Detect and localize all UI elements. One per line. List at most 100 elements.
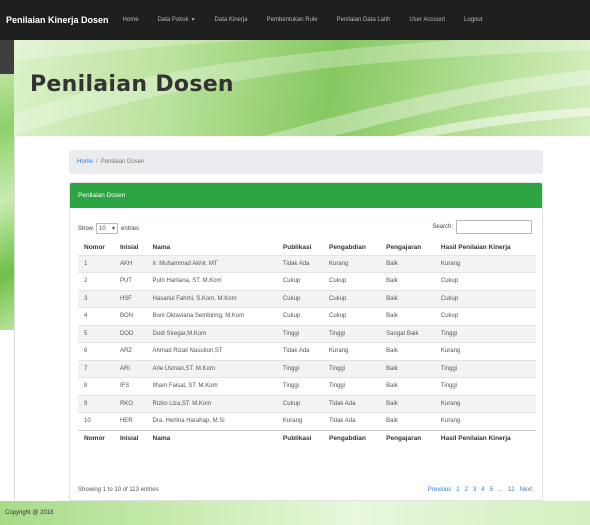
breadcrumb-separator: / [96,159,98,165]
page-title: Penilaian Dosen [30,72,234,97]
nav-penilaian-data-latih-label: Penilaian Data Latih [336,17,391,23]
table-cell: Cukup [434,307,536,325]
entries-select-value: 10 [99,225,106,232]
table-cell: Kurang [434,254,536,273]
table-footer-row: Nomor Inisial Nama Publikasi Pengabdian Penga… [78,429,536,447]
table-header-row: Nomor Inisial Nama Publikasi Pengabdian Penga… [78,240,536,255]
hero-banner: Penilaian Dosen [14,40,590,136]
table-cell: AKH [113,254,147,273]
caret-down-icon: ▼ [190,17,196,23]
pagination-item: ... [497,487,503,493]
pagination-item[interactable]: 5 [490,487,493,493]
table-cell: Dra. Herlina Harahap, M.Si [146,412,277,430]
penilaian-card: Penilaian Dosen Show 10 ▾ entries Search… [69,182,543,501]
table-cell: Baik [380,342,435,360]
nav-data-kinerja[interactable]: Data Kinerja [215,17,248,23]
pagination-item[interactable]: 1 [456,487,459,493]
column-header[interactable]: Pengajaran [380,429,435,447]
breadcrumb-home-link[interactable]: Home [77,159,93,165]
table-cell: Kurang [434,394,536,413]
pagination-item[interactable]: 4 [481,487,484,493]
table-cell: 8 [78,377,114,395]
table-cell: PUT [113,272,147,290]
table-row: 5 DOD Dodi Siregar,M.Kom Tinggi Tinggi Sangat… [78,324,536,343]
background-decoration-left [0,40,14,330]
table-cell: Kurang [276,412,323,430]
table-cell: Tidak Ada [322,394,381,413]
table-cell: Tidak Ada [276,254,323,273]
copyright-footer: Copyright @ 2018 [0,501,590,525]
nav-home[interactable]: Home [123,17,139,23]
column-header[interactable]: Publikasi [276,429,323,447]
table-cell: Cukup [276,272,323,290]
column-header[interactable]: Inisial [114,240,147,255]
pagination-item[interactable]: 2 [465,487,468,493]
pagination-item[interactable]: 3 [473,487,476,493]
table-cell: Ir. Muhammad Akhir, MT [146,254,277,273]
table-cell: Tinggi [434,324,536,343]
breadcrumb-current: Penilaian Dosen [100,159,145,165]
table-row: 2 PUT Putri Harliana, ST. M.Kom Cukup Cukup B… [78,272,536,290]
nav-user-account-label: User Account [409,17,446,23]
entries-select[interactable]: 10 ▾ [96,223,119,234]
card-header: Penilaian Dosen [70,183,542,208]
brand-title[interactable]: Penilaian Kinerja Dosen [6,15,109,25]
table-row: 4 BON Boni Oktaviana Sembiring, M.Kom Cukup… [78,307,536,325]
caret-down-icon: ▾ [112,226,116,232]
table-row: 9 RKO Rizko Liza,ST. M.Kom Cukup Tidak Ada Ba… [78,394,536,413]
pagination-item[interactable]: Previous [428,487,451,493]
table-info: Showing 1 to 10 of 113 entries [78,487,159,493]
column-header[interactable]: Inisial [113,429,147,447]
nav-penilaian-data-latih[interactable]: Penilaian Data Latih [337,17,391,23]
nav-logout[interactable]: Logout [464,17,482,23]
column-header[interactable]: Nomor [78,240,114,255]
table-cell: Cukup [276,394,323,413]
table-cell: Rizko Liza,ST. M.Kom [146,394,277,413]
table-cell: Tinggi [276,359,323,378]
table-cell: Arie Usman,ST. M.Kom [146,359,277,378]
nav-pembentukan-rule[interactable]: Pembentukan Rule [267,17,318,23]
table-cell: Sangat Baik [380,324,435,343]
pagination-item[interactable]: Next [520,487,532,493]
column-header[interactable]: Pengabdian [323,240,380,255]
table-cell: Kurang [322,342,381,360]
table-cell: 3 [78,289,114,308]
table-cell: Tinggi [322,324,381,343]
column-header[interactable]: Nomor [78,429,114,447]
search-label: Search: [432,224,453,230]
background-strip [0,40,14,74]
column-header[interactable]: Nama [146,429,277,447]
table-cell: Cukup [322,272,381,290]
nav-pembentukan-rule-label: Pembentukan Rule [266,17,318,23]
search-control: Search: [432,220,532,234]
table-cell: Kurang [434,412,536,430]
nav-logout-label: Logout [464,17,483,23]
table-cell: Kurang [322,254,381,273]
search-input[interactable] [456,220,532,234]
table-cell: 1 [78,254,114,273]
column-header[interactable]: Nama [147,240,277,255]
table-cell: 7 [78,359,114,378]
nav-home-label: Home [122,17,139,23]
column-header[interactable]: Hasil Penilaian Kinerja [435,240,536,255]
pagination: Previous 1 2 3 4 5... 12 Next [428,487,532,493]
table-row: 8 IFS Ilham Faisal, ST. M.Kom Tinggi Tinggi B… [78,377,536,395]
entries-label: entries [121,225,140,232]
column-header[interactable]: Publikasi [277,240,323,255]
column-header[interactable]: Pengabdian [322,429,381,447]
pagination-item[interactable]: 12 [508,487,515,493]
table-cell: Tinggi [434,359,536,378]
column-header[interactable]: Pengajaran [380,240,435,255]
table-cell: 9 [78,394,114,413]
column-header[interactable]: Hasil Penilaian Kinerja [434,429,536,447]
nav-data-pokok[interactable]: Data Pokok ▼ [158,17,196,23]
table-cell: Baik [380,412,435,430]
table-cell: Tidak Ada [276,342,323,360]
nav-data-pokok-label: Data Pokok [157,17,189,23]
table-row: 6 ARZ Ahmad Rizali Nasution,ST Tidak Ada Kur… [78,342,536,360]
table-cell: Cukup [276,289,323,308]
nav-data-kinerja-label: Data Kinerja [214,17,248,23]
nav-user-account[interactable]: User Account [409,17,445,23]
table-cell: Baik [380,394,435,413]
table-cell: 10 [78,412,114,430]
